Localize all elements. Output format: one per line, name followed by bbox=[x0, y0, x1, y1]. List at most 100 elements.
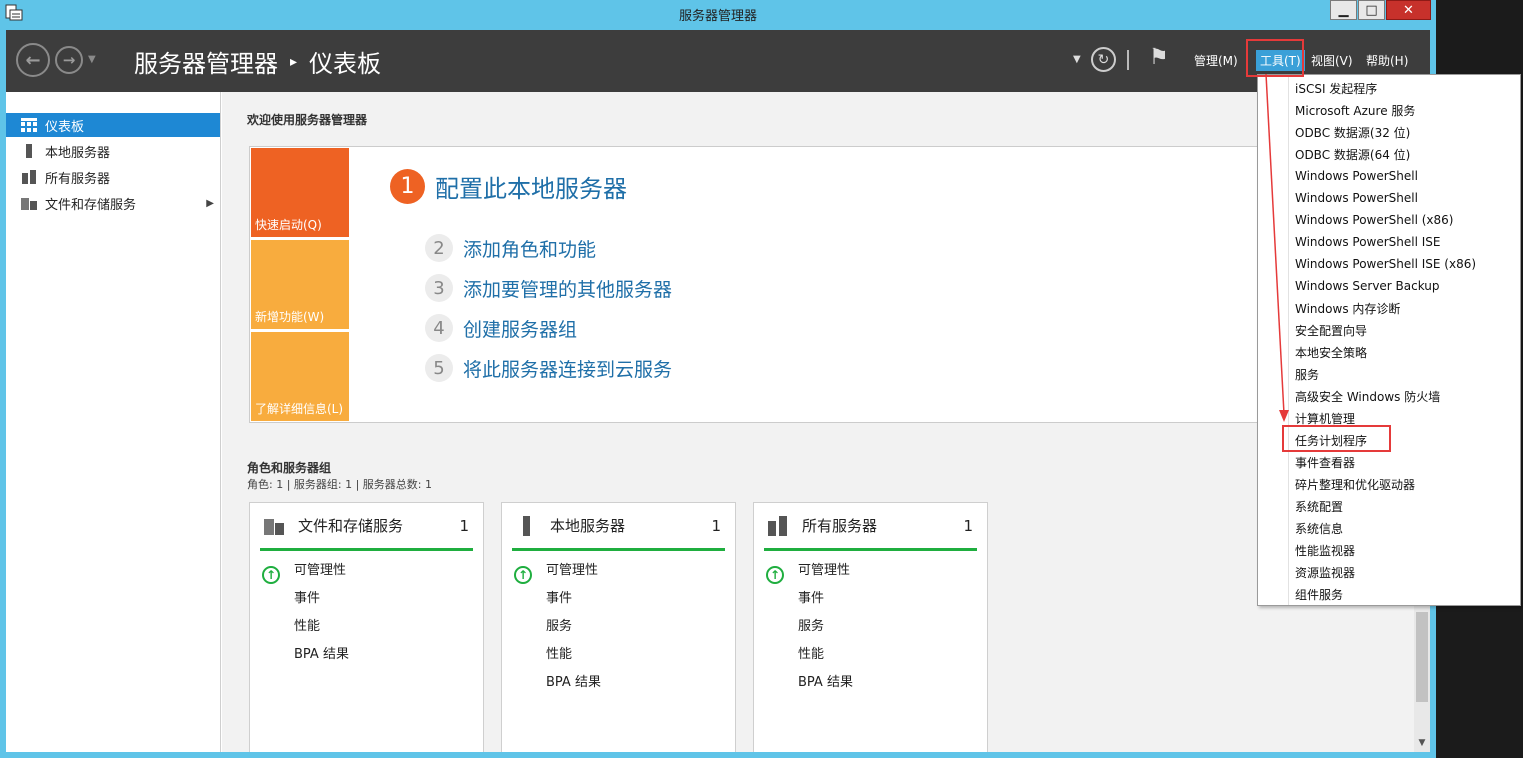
menu-item-system-config[interactable]: 系统配置 bbox=[1295, 495, 1343, 517]
menu-item-system-info[interactable]: 系统信息 bbox=[1295, 517, 1343, 539]
menu-item-powershell-2[interactable]: Windows PowerShell bbox=[1295, 187, 1418, 209]
tools-menu-highlight bbox=[1246, 39, 1304, 77]
menu-item-powershell-x86[interactable]: Windows PowerShell (x86) bbox=[1295, 209, 1453, 231]
card-header[interactable]: 本地服务器 1 bbox=[512, 503, 725, 551]
title-bar: 服务器管理器 ▁ □ ✕ bbox=[0, 0, 1436, 27]
storage-icon bbox=[21, 198, 37, 210]
close-button[interactable]: ✕ bbox=[1386, 0, 1431, 20]
scrollbar-thumb[interactable] bbox=[1416, 612, 1428, 702]
back-arrow-icon[interactable]: ← bbox=[16, 43, 50, 77]
menu-item-event-viewer[interactable]: 事件查看器 bbox=[1295, 451, 1355, 473]
menu-item-local-security-policy[interactable]: 本地安全策略 bbox=[1295, 341, 1367, 363]
menu-item-powershell-ise-x86[interactable]: Windows PowerShell ISE (x86) bbox=[1295, 253, 1476, 275]
card-row[interactable]: BPA 结果 bbox=[546, 671, 601, 690]
sidebar-item-file-storage[interactable]: 文件和存储服务 ▶ bbox=[6, 191, 220, 215]
card-header[interactable]: 文件和存储服务 1 bbox=[260, 503, 473, 551]
menu-manage[interactable]: 管理(M) bbox=[1194, 52, 1238, 69]
tile-label: 了解详细信息(L) bbox=[255, 402, 344, 416]
card-row[interactable]: 事件 bbox=[546, 587, 572, 606]
card-row[interactable]: 性能 bbox=[546, 643, 572, 662]
menu-item-memory-diagnostic[interactable]: Windows 内存诊断 bbox=[1295, 297, 1400, 319]
menu-item-iscsi[interactable]: iSCSI 发起程序 bbox=[1295, 77, 1377, 99]
step-connect-cloud[interactable]: 5 将此服务器连接到云服务 bbox=[425, 354, 672, 382]
sidebar-item-label: 仪表板 bbox=[45, 119, 85, 135]
minimize-button[interactable]: ▁ bbox=[1330, 0, 1357, 20]
step-link[interactable]: 将此服务器连接到云服务 bbox=[463, 355, 672, 382]
step-number: 3 bbox=[425, 274, 453, 302]
servers-icon bbox=[22, 170, 36, 184]
menu-item-odbc-64[interactable]: ODBC 数据源(64 位) bbox=[1295, 143, 1410, 165]
header-bar: ← → ▼ 服务器管理器 ▸ 仪表板 ▼ ↻ ⚑ 管理(M) 工具(T) 视图(… bbox=[6, 30, 1430, 92]
tile-learn-more[interactable]: 了解详细信息(L) bbox=[251, 332, 349, 421]
sidebar-item-label: 文件和存储服务 bbox=[45, 197, 137, 213]
breadcrumb-root[interactable]: 服务器管理器 bbox=[134, 44, 278, 79]
menu-item-firewall[interactable]: 高级安全 Windows 防火墙 bbox=[1295, 385, 1440, 407]
menu-item-resource-monitor[interactable]: 资源监视器 bbox=[1295, 561, 1355, 583]
menu-item-performance-monitor[interactable]: 性能监视器 bbox=[1295, 539, 1355, 561]
sidebar-item-dashboard[interactable]: 仪表板 bbox=[6, 113, 220, 137]
breadcrumb-current: 仪表板 bbox=[309, 50, 382, 78]
step-number: 4 bbox=[425, 314, 453, 342]
expand-arrow-icon[interactable]: ▶ bbox=[206, 198, 214, 209]
scroll-down-icon[interactable]: ▼ bbox=[1414, 736, 1430, 750]
notifications-flag-icon[interactable]: ⚑ bbox=[1149, 45, 1169, 70]
menu-item-services[interactable]: 服务 bbox=[1295, 363, 1319, 385]
card-row[interactable]: 服务 bbox=[546, 615, 572, 634]
card-row[interactable]: 事件 bbox=[294, 587, 320, 606]
menu-item-security-wizard[interactable]: 安全配置向导 bbox=[1295, 319, 1367, 341]
role-card-local-server[interactable]: 本地服务器 1 ↑ 可管理性 事件 服务 性能 BPA 结果 bbox=[501, 502, 736, 752]
step-link[interactable]: 创建服务器组 bbox=[463, 315, 577, 342]
menu-item-odbc-32[interactable]: ODBC 数据源(32 位) bbox=[1295, 121, 1410, 143]
card-header[interactable]: 所有服务器 1 bbox=[764, 503, 977, 551]
maximize-button[interactable]: □ bbox=[1358, 0, 1385, 20]
card-row[interactable]: 事件 bbox=[798, 587, 824, 606]
roles-summary: 角色: 1 | 服务器组: 1 | 服务器总数: 1 bbox=[247, 478, 433, 491]
card-title: 文件和存储服务 bbox=[298, 517, 404, 535]
refresh-dropdown-icon[interactable]: ▼ bbox=[1073, 54, 1081, 65]
role-card-file-storage[interactable]: 文件和存储服务 1 ↑ 可管理性 事件 性能 BPA 结果 bbox=[249, 502, 484, 752]
task-scheduler-highlight bbox=[1282, 425, 1391, 452]
role-card-all-servers[interactable]: 所有服务器 1 ↑ 可管理性 事件 服务 性能 BPA 结果 bbox=[753, 502, 988, 752]
step-link[interactable]: 配置此本地服务器 bbox=[435, 169, 627, 204]
step-link[interactable]: 添加角色和功能 bbox=[463, 235, 596, 262]
card-row[interactable]: 可管理性 bbox=[294, 559, 346, 578]
menu-item-defrag[interactable]: 碎片整理和优化驱动器 bbox=[1295, 473, 1415, 495]
sidebar: 仪表板 本地服务器 所有服务器 文件和存储服务 ▶ bbox=[6, 92, 221, 752]
tile-label: 快速启动(Q) bbox=[255, 218, 322, 232]
menu-item-azure[interactable]: Microsoft Azure 服务 bbox=[1295, 99, 1415, 121]
tile-label: 新增功能(W) bbox=[255, 310, 325, 324]
card-row[interactable]: BPA 结果 bbox=[294, 643, 349, 662]
card-row[interactable]: 可管理性 bbox=[546, 559, 598, 578]
sidebar-item-local-server[interactable]: 本地服务器 bbox=[6, 139, 220, 163]
step-configure-local-server[interactable]: 1 配置此本地服务器 bbox=[390, 169, 627, 204]
step-add-servers[interactable]: 3 添加要管理的其他服务器 bbox=[425, 274, 672, 302]
card-row[interactable]: 性能 bbox=[798, 643, 824, 662]
step-create-group[interactable]: 4 创建服务器组 bbox=[425, 314, 577, 342]
nav-history-dropdown-icon[interactable]: ▼ bbox=[88, 54, 96, 65]
card-count: 1 bbox=[459, 516, 469, 535]
card-row[interactable]: 可管理性 bbox=[798, 559, 850, 578]
menu-item-powershell[interactable]: Windows PowerShell bbox=[1295, 165, 1418, 187]
status-up-icon: ↑ bbox=[766, 566, 784, 584]
tile-whats-new[interactable]: 新增功能(W) bbox=[251, 240, 349, 329]
menu-view[interactable]: 视图(V) bbox=[1311, 52, 1353, 69]
sidebar-item-all-servers[interactable]: 所有服务器 bbox=[6, 165, 220, 189]
menu-item-server-backup[interactable]: Windows Server Backup bbox=[1295, 275, 1440, 297]
menu-item-component-services[interactable]: 组件服务 bbox=[1295, 583, 1343, 605]
card-row[interactable]: 服务 bbox=[798, 615, 824, 634]
step-link[interactable]: 添加要管理的其他服务器 bbox=[463, 275, 672, 302]
menu-help[interactable]: 帮助(H) bbox=[1366, 52, 1408, 69]
breadcrumb-separator-icon: ▸ bbox=[290, 53, 298, 70]
breadcrumb: 服务器管理器 ▸ 仪表板 bbox=[134, 44, 381, 79]
card-row[interactable]: BPA 结果 bbox=[798, 671, 853, 690]
status-up-icon: ↑ bbox=[514, 566, 532, 584]
welcome-title: 欢迎使用服务器管理器 bbox=[247, 113, 368, 127]
quick-start-panel: 快速启动(Q) 新增功能(W) 了解详细信息(L) 1 配置此本地服务器 2 添… bbox=[249, 146, 1309, 423]
forward-arrow-icon[interactable]: → bbox=[55, 46, 83, 74]
card-row[interactable]: 性能 bbox=[294, 615, 320, 634]
refresh-icon[interactable]: ↻ bbox=[1091, 47, 1116, 72]
tile-quick-start[interactable]: 快速启动(Q) bbox=[251, 148, 349, 237]
step-add-roles[interactable]: 2 添加角色和功能 bbox=[425, 234, 596, 262]
card-title: 本地服务器 bbox=[550, 517, 626, 535]
menu-item-powershell-ise[interactable]: Windows PowerShell ISE bbox=[1295, 231, 1441, 253]
